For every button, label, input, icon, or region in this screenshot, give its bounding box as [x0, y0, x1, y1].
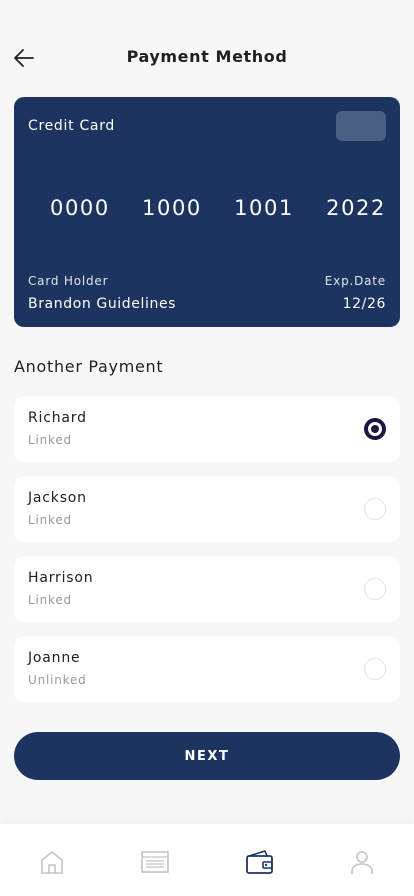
payment-name: Harrison: [28, 570, 94, 586]
card-holder-name: Brandon Guidelines: [28, 296, 177, 312]
card-exp-value: 12/26: [342, 296, 386, 312]
card-number-group: 1000: [142, 196, 202, 220]
card-number-group: 0000: [50, 196, 110, 220]
card-exp-label: Exp.Date: [324, 274, 386, 288]
home-icon: [41, 851, 63, 874]
radio-button[interactable]: [364, 498, 386, 520]
card-number: 0000 1000 1001 2022: [50, 196, 386, 222]
payment-status: Linked: [28, 513, 72, 527]
nav-profile[interactable]: [346, 846, 378, 878]
next-button[interactable]: NEXT: [14, 732, 400, 780]
card-holder-label: Card Holder: [28, 274, 109, 288]
nav-home[interactable]: [36, 846, 68, 878]
card-type-label: Credit Card: [28, 118, 116, 134]
bottom-nav: [0, 824, 414, 896]
nav-wallet[interactable]: [244, 846, 276, 878]
payment-option-harrison[interactable]: Harrison Linked: [14, 556, 400, 622]
another-payment-title: Another Payment: [14, 357, 164, 376]
wallet-icon: [246, 850, 273, 874]
payment-name: Jackson: [28, 490, 87, 506]
payment-option-richard[interactable]: Richard Linked: [14, 396, 400, 462]
payment-option-jackson[interactable]: Jackson Linked: [14, 476, 400, 542]
credit-card[interactable]: Credit Card 0000 1000 1001 2022 Card Hol…: [14, 97, 400, 327]
list-icon: [141, 851, 169, 873]
payment-status: Linked: [28, 593, 72, 607]
payment-list: Richard Linked Jackson Linked Harrison L…: [14, 396, 400, 716]
card-number-group: 1001: [234, 196, 294, 220]
payment-option-joanne[interactable]: Joanne Unlinked: [14, 636, 400, 702]
radio-button[interactable]: [364, 578, 386, 600]
card-number-group: 2022: [326, 196, 386, 220]
nav-list[interactable]: [139, 846, 171, 878]
page-title: Payment Method: [126, 47, 288, 66]
profile-icon: [351, 851, 373, 874]
payment-name: Richard: [28, 410, 87, 426]
radio-button[interactable]: [364, 418, 386, 440]
payment-name: Joanne: [28, 650, 81, 666]
payment-status: Linked: [28, 433, 72, 447]
payment-status: Unlinked: [28, 673, 87, 687]
radio-button[interactable]: [364, 658, 386, 680]
card-chip: [336, 111, 386, 141]
